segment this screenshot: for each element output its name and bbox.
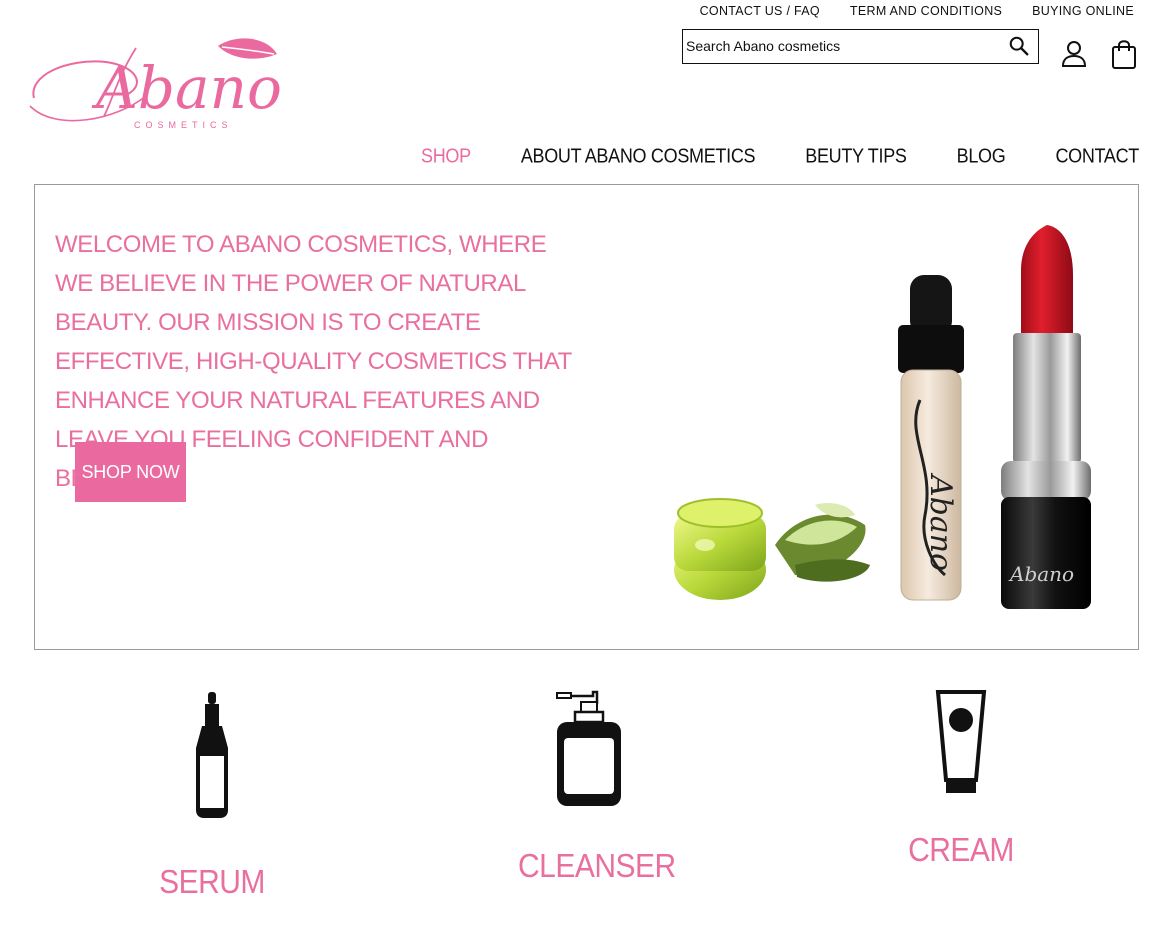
category-serum-label: SERUM [159, 863, 265, 901]
search-icon[interactable] [1008, 35, 1030, 57]
hero-banner: WELCOME TO ABANO COSMETICS, WHERE WE BEL… [34, 184, 1139, 650]
nav-about[interactable]: ABOUT ABANO COSMETICS [521, 145, 756, 169]
logo-wordmark: Abano COSMETICS [29, 38, 282, 130]
cream-tube-icon [935, 690, 987, 793]
search-input[interactable] [683, 30, 1003, 62]
shop-now-button[interactable]: SHOP NOW [75, 442, 186, 502]
category-cream[interactable]: CREAM [906, 690, 1016, 869]
nav-contact[interactable]: CONTACT [1055, 145, 1139, 169]
pump-bottle-icon [556, 690, 621, 806]
nav-shop[interactable]: SHOP [421, 145, 471, 169]
main-nav: SHOP ABOUT ABANO COSMETICS BEUTY TIPS BL… [421, 145, 1139, 169]
category-cleanser-label: CLEANSER [518, 847, 676, 885]
contact-faq-link[interactable]: CONTACT US / FAQ [700, 4, 820, 18]
nav-beauty-tips[interactable]: BEUTY TIPS [805, 145, 907, 169]
user-account-icon[interactable] [1060, 40, 1088, 68]
logo-subtext: COSMETICS [134, 120, 233, 130]
category-cleanser[interactable]: CLEANSER [518, 690, 676, 885]
buying-online-link[interactable]: BUYING ONLINE [1032, 4, 1134, 18]
serum-bottle-icon [196, 692, 228, 818]
top-links: CONTACT US / FAQ TERM AND CONDITIONS BUY… [700, 4, 1134, 18]
search-box [682, 29, 1039, 64]
logo-text: Abano [91, 54, 280, 122]
shopping-bag-icon[interactable] [1110, 38, 1138, 70]
terms-link[interactable]: TERM AND CONDITIONS [850, 4, 1002, 18]
category-cream-label: CREAM [908, 831, 1014, 869]
hero-product-image: Abano Abano [674, 225, 1091, 609]
nav-blog[interactable]: BLOG [957, 145, 1006, 169]
lipstick-brand: Abano [1008, 562, 1074, 586]
bottle-brand: Abano [923, 472, 958, 571]
category-serum[interactable]: SERUM [152, 690, 272, 901]
brand-logo[interactable]: Abano COSMETICS [26, 36, 282, 132]
